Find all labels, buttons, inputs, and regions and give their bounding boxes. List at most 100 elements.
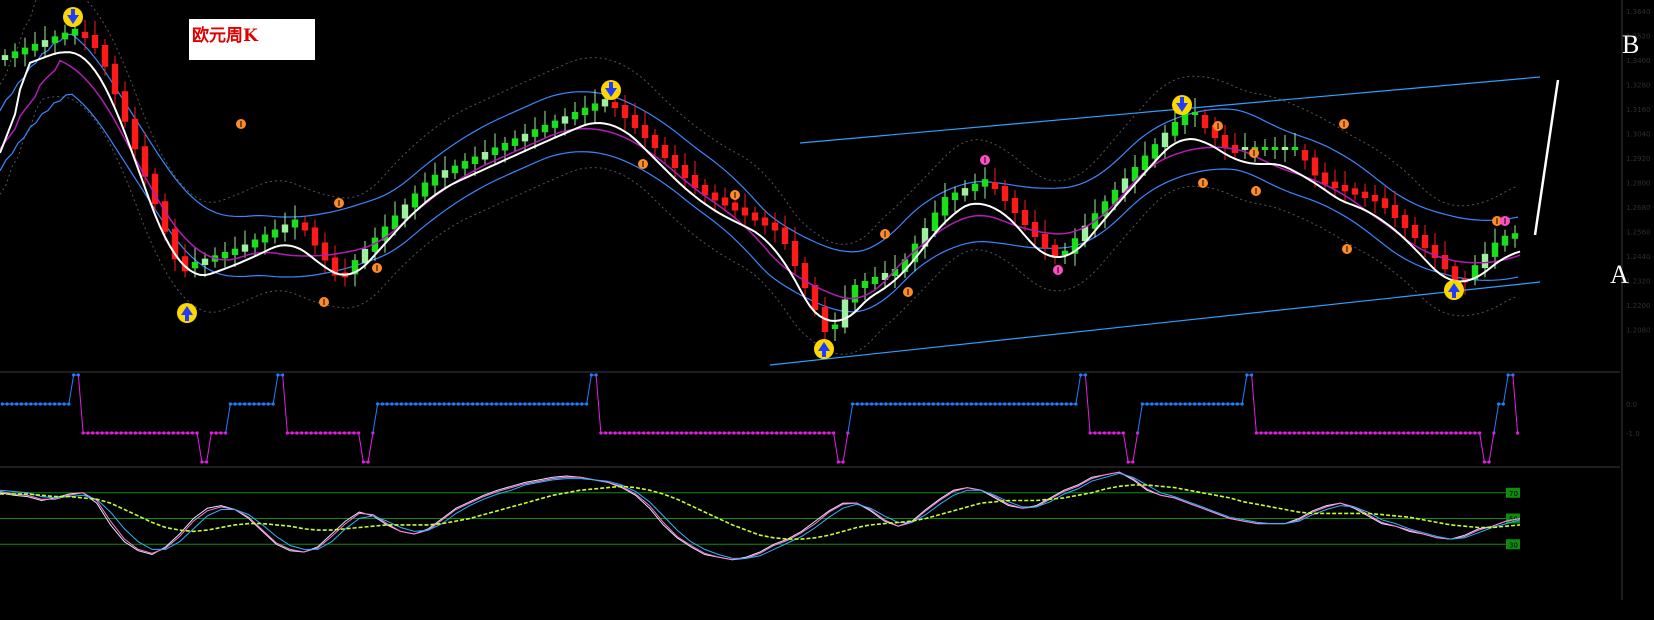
candle-body [1171,122,1179,136]
chart-stage: 0.0 -1.0 70 50 30 1.3640 1.3520 1.3400 1.3280 1… [0,0,1654,615]
candle-body [101,45,109,67]
candle-body [831,324,839,329]
candle-body [571,112,579,120]
candle-body [871,277,879,284]
candle-body [601,99,609,107]
candle-body [461,161,469,169]
candle-body [981,179,989,187]
candle-body [521,133,529,142]
candle-body [741,207,749,216]
candle-body [361,248,369,264]
candle-body [931,212,939,232]
candle-body [991,182,999,189]
arrow-stem [71,9,75,15]
candle-body [781,227,789,244]
candle-body [1501,235,1509,246]
buy-signal-arrow [1444,280,1464,300]
candle-body [1381,198,1389,208]
price-tick-label: 1.2920 [1626,155,1651,163]
candle-body [31,43,39,51]
candle-body [111,63,119,95]
candle-body [951,192,959,200]
candle-body [1491,242,1499,257]
price-tick-label: 1.2200 [1626,302,1651,310]
buy-signal-arrow [814,339,834,359]
candle-body [1411,225,1419,238]
candle-body [401,204,409,219]
candle-body [631,115,639,128]
candle-body [21,47,29,55]
sell-signal-arrow [63,7,83,27]
candle-body [671,155,679,168]
chart-title: 欧元周K [192,26,258,46]
candle-body [231,248,239,255]
candle-body [1221,135,1229,148]
price-tick-label: 1.2440 [1626,253,1651,261]
arrow-stem [185,315,189,321]
candle-body [841,299,849,328]
candle-body [411,193,419,208]
candle-body [1161,132,1169,148]
candle-body [751,212,759,221]
candle-body [491,147,499,155]
trading-chart: 0.0-1.0 705030 1.36401.35201.34001.32801… [0,0,1654,615]
candle-body [551,120,559,128]
step-point [1516,431,1520,435]
candle-body [721,197,729,206]
candle-body [271,229,279,238]
candle-body [1021,210,1029,225]
candle-body [561,116,569,124]
price-tick-label: 1.2680 [1626,204,1651,212]
candle-body [1351,188,1359,195]
candle-body [1511,233,1519,239]
candle-body [1281,147,1289,150]
candle-body [1361,191,1369,198]
candle-body [1201,115,1209,128]
candle-body [711,192,719,201]
candle-body [481,152,489,160]
candle-body [251,239,259,248]
candle-body [301,222,309,231]
price-tick-label: 1.3160 [1626,106,1651,114]
candle-body [1191,112,1199,115]
candle-body [641,125,649,138]
candle-body [1421,235,1429,248]
candle-body [1311,157,1319,176]
price-tick-label: 1.2560 [1626,229,1651,237]
candle-body [261,234,269,243]
sell-signal-arrow [601,80,621,100]
candle-body [791,241,799,266]
candle-body [1141,155,1149,170]
candle-body [1011,198,1019,213]
candle-body [121,91,129,122]
price-tick-label: 1.2800 [1626,180,1651,188]
candle-body [451,165,459,174]
candle-body [731,202,739,211]
arrow-stem [1180,97,1184,103]
candle-body [1241,147,1249,150]
candle-body [1401,215,1409,228]
candle-body [81,31,89,38]
candle-body [961,188,969,196]
candle-body [61,32,69,40]
price-tick-label: 1.3280 [1626,82,1651,90]
candle-body [761,217,769,226]
candle-body [421,182,429,197]
candle-body [1391,205,1399,218]
step-tick-label: -1.0 [1626,430,1640,438]
candle-body [161,201,169,232]
candle-body [971,183,979,192]
candle-body [311,227,319,246]
candle-body [71,28,79,36]
candle-body [621,105,629,118]
candle-body [1291,147,1299,150]
candle-body [1261,147,1269,150]
candle-body [291,219,299,228]
candle-body [661,145,669,158]
candle-body [581,107,589,115]
candle-body [591,103,599,111]
candle-body [51,36,59,44]
candle-body [941,197,949,216]
candle-body [1111,189,1119,205]
candle-body [511,138,519,146]
